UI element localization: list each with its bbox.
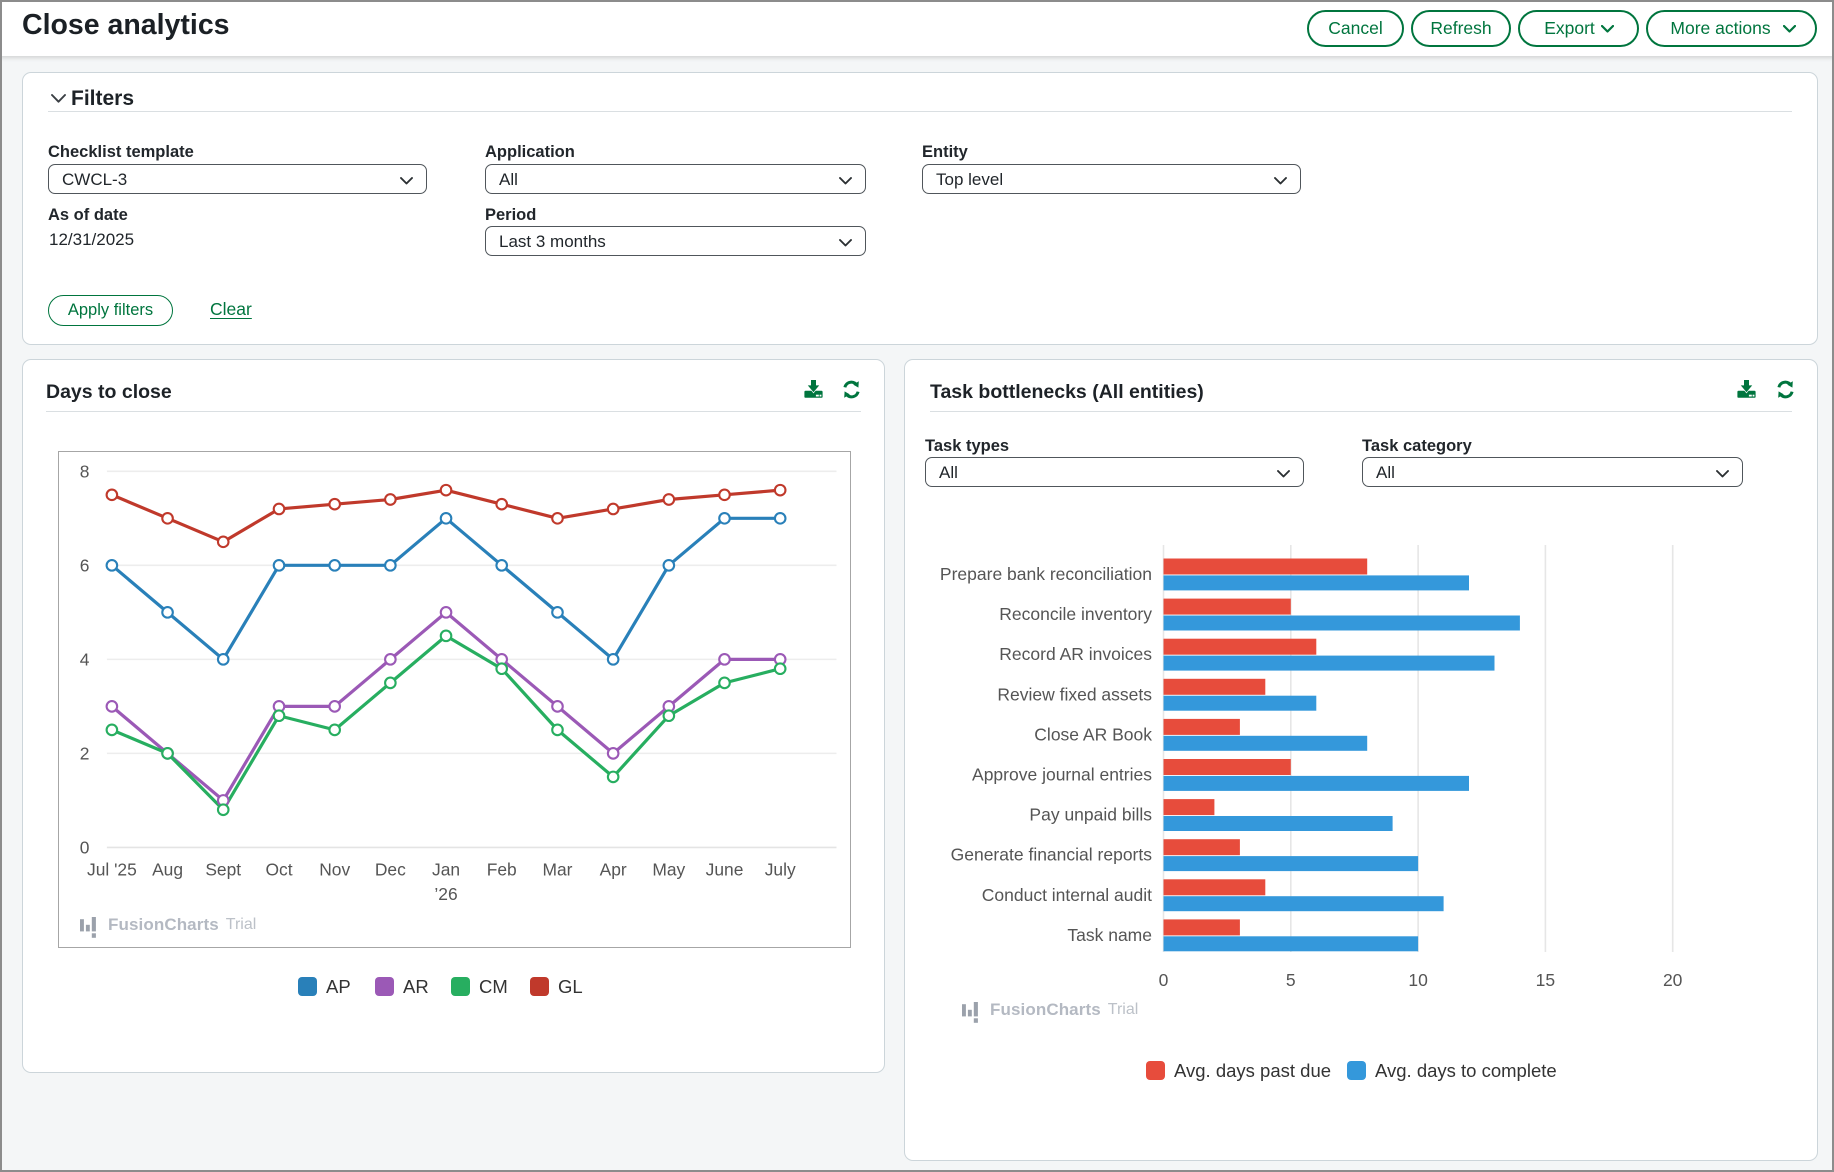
svg-text:Pay unpaid bills: Pay unpaid bills [1029,805,1152,825]
svg-text:2: 2 [80,743,90,763]
svg-text:Prepare bank reconciliation: Prepare bank reconciliation [940,564,1152,584]
svg-text:Record AR invoices: Record AR invoices [999,644,1152,664]
svg-text:15: 15 [1536,970,1555,990]
svg-text:Feb: Feb [487,859,517,879]
svg-text:Apr: Apr [600,859,627,879]
svg-text:Nov: Nov [319,859,350,879]
svg-text:5: 5 [1286,970,1296,990]
svg-text:July: July [765,859,796,879]
svg-text:Close AR Book: Close AR Book [1034,724,1152,744]
svg-text:June: June [706,859,744,879]
svg-text:Mar: Mar [542,859,572,879]
svg-text:Reconcile inventory: Reconcile inventory [999,604,1152,624]
svg-text:Dec: Dec [375,859,406,879]
svg-text:6: 6 [80,555,90,575]
svg-text:Sept: Sept [205,859,241,879]
svg-text:Conduct internal audit: Conduct internal audit [982,885,1152,905]
svg-text:20: 20 [1663,970,1683,990]
svg-text:’26: ’26 [434,884,457,904]
svg-text:Jul '25: Jul '25 [87,859,137,879]
svg-text:Task name: Task name [1067,925,1152,945]
svg-text:Oct: Oct [265,859,292,879]
svg-text:0: 0 [80,837,90,857]
svg-text:4: 4 [80,649,90,669]
svg-text:May: May [652,859,685,879]
svg-text:8: 8 [80,461,90,481]
svg-text:0: 0 [1159,970,1169,990]
svg-text:10: 10 [1408,970,1428,990]
svg-text:Review fixed assets: Review fixed assets [997,684,1152,704]
svg-text:Jan: Jan [432,859,460,879]
svg-text:Aug: Aug [152,859,183,879]
svg-text:Approve journal entries: Approve journal entries [972,765,1152,785]
svg-text:Generate financial reports: Generate financial reports [951,845,1153,865]
